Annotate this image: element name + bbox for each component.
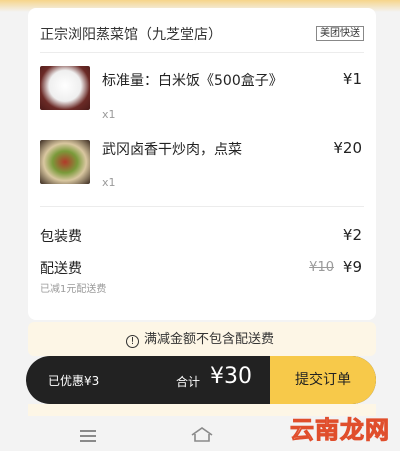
shop-name[interactable]: 正宗浏阳蒸菜馆（九芝堂店） xyxy=(40,24,222,44)
total-label: 合计 xyxy=(176,375,201,389)
menu-icon[interactable] xyxy=(80,430,96,445)
delivery-fee-old-price: ¥10 xyxy=(309,260,334,275)
packaging-fee-price: ¥2 xyxy=(342,226,362,244)
watermark-logo: 云南龙网 xyxy=(290,410,390,445)
watermark-part2: 龙网 xyxy=(340,416,390,445)
item-name: 武冈卤香干炒肉，点菜 xyxy=(102,142,242,158)
item-price: ¥20 xyxy=(333,139,362,157)
watermark-part1: 云南 xyxy=(290,416,340,445)
promo-hint: ! 满减金额不包含配送费 xyxy=(0,328,400,348)
total-amount: ¥30 xyxy=(210,364,252,389)
divider xyxy=(40,52,364,53)
submit-order-button[interactable]: 提交订单 xyxy=(270,356,376,404)
order-card: 正宗浏阳蒸菜馆（九芝堂店） 美团快送 标准量：白米饭《500盒子》 ¥1 x1 … xyxy=(28,8,376,320)
divider xyxy=(40,206,364,207)
discount-text: 已优惠¥3 xyxy=(48,374,100,388)
item-name: 标准量：白米饭《500盒子》 xyxy=(102,73,283,89)
item-qty: x1 xyxy=(102,176,116,189)
item-price: ¥1 xyxy=(342,70,362,88)
packaging-fee-label: 包装费 xyxy=(40,229,82,245)
home-icon[interactable] xyxy=(190,426,214,442)
delivery-badge: 美团快送 xyxy=(316,26,364,41)
dish-image xyxy=(40,140,90,184)
info-icon: ! xyxy=(125,335,139,348)
delivery-fee-label: 配送费 xyxy=(40,261,82,277)
promo-hint-text: 满减金额不包含配送费 xyxy=(143,332,274,347)
checkout-bar: 已优惠¥3 合计 ¥30 提交订单 xyxy=(26,356,376,404)
rice-image xyxy=(40,66,90,110)
delivery-fee-price: ¥9 xyxy=(342,258,362,276)
delivery-fee-note: 已减1元配送费 xyxy=(40,284,107,295)
item-qty: x1 xyxy=(102,108,116,121)
